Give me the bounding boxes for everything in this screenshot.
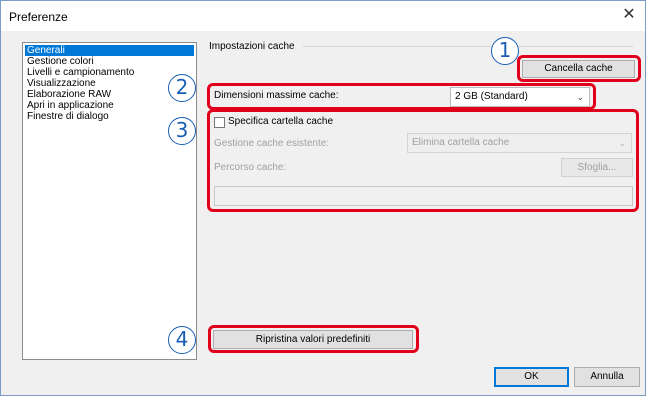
chevron-down-icon: ⌄ [576,92,584,102]
max-size-label: Dimensioni massime cache: [214,90,339,101]
cache-path-field[interactable] [214,186,633,206]
preferences-dialog: Preferenze ✕ Generali Gestione colori Li… [0,0,646,396]
dialog-title: Preferenze [9,10,68,24]
max-size-value: 2 GB (Standard) [455,91,528,102]
specify-folder-label: Specifica cartella cache [228,116,334,127]
close-icon[interactable]: ✕ [619,5,639,25]
category-item-finestre-di-dialogo[interactable]: Finestre di dialogo [25,111,111,122]
browse-button[interactable]: Sfoglia... [561,158,633,177]
category-item-apri-in-applicazione[interactable]: Apri in applicazione [25,100,116,111]
restore-defaults-button[interactable]: Ripristina valori predefiniti [213,330,413,349]
cache-path-label: Percorso cache: [214,162,287,173]
category-item-livelli-campionamento[interactable]: Livelli e campionamento [25,67,136,78]
cache-settings-group-label: Impostazioni cache [209,41,298,52]
callout-2: 2 [168,74,196,102]
chevron-down-icon: ⌄ [618,138,626,148]
clear-cache-button[interactable]: Cancella cache [522,60,635,78]
cancel-button[interactable]: Annulla [574,367,640,387]
existing-cache-mgmt-label: Gestione cache esistente: [214,138,330,149]
callout-3: 3 [168,117,196,145]
title-bar: Preferenze ✕ [1,1,645,31]
group-divider [303,46,633,47]
category-item-visualizzazione[interactable]: Visualizzazione [25,78,98,89]
category-item-gestione-colori[interactable]: Gestione colori [25,56,96,67]
callout-1: 1 [491,37,519,65]
dialog-body: Generali Gestione colori Livelli e campi… [1,31,645,395]
ok-button[interactable]: OK [494,367,569,387]
existing-cache-mgmt-value: Elimina cartella cache [412,137,510,148]
category-item-elaborazione-raw[interactable]: Elaborazione RAW [25,89,113,100]
callout-4: 4 [168,326,196,354]
specify-folder-checkbox[interactable] [214,117,225,128]
max-size-select[interactable]: 2 GB (Standard) ⌄ [450,87,590,107]
category-item-generali[interactable]: Generali [25,45,194,56]
existing-cache-mgmt-select[interactable]: Elimina cartella cache ⌄ [407,133,632,153]
